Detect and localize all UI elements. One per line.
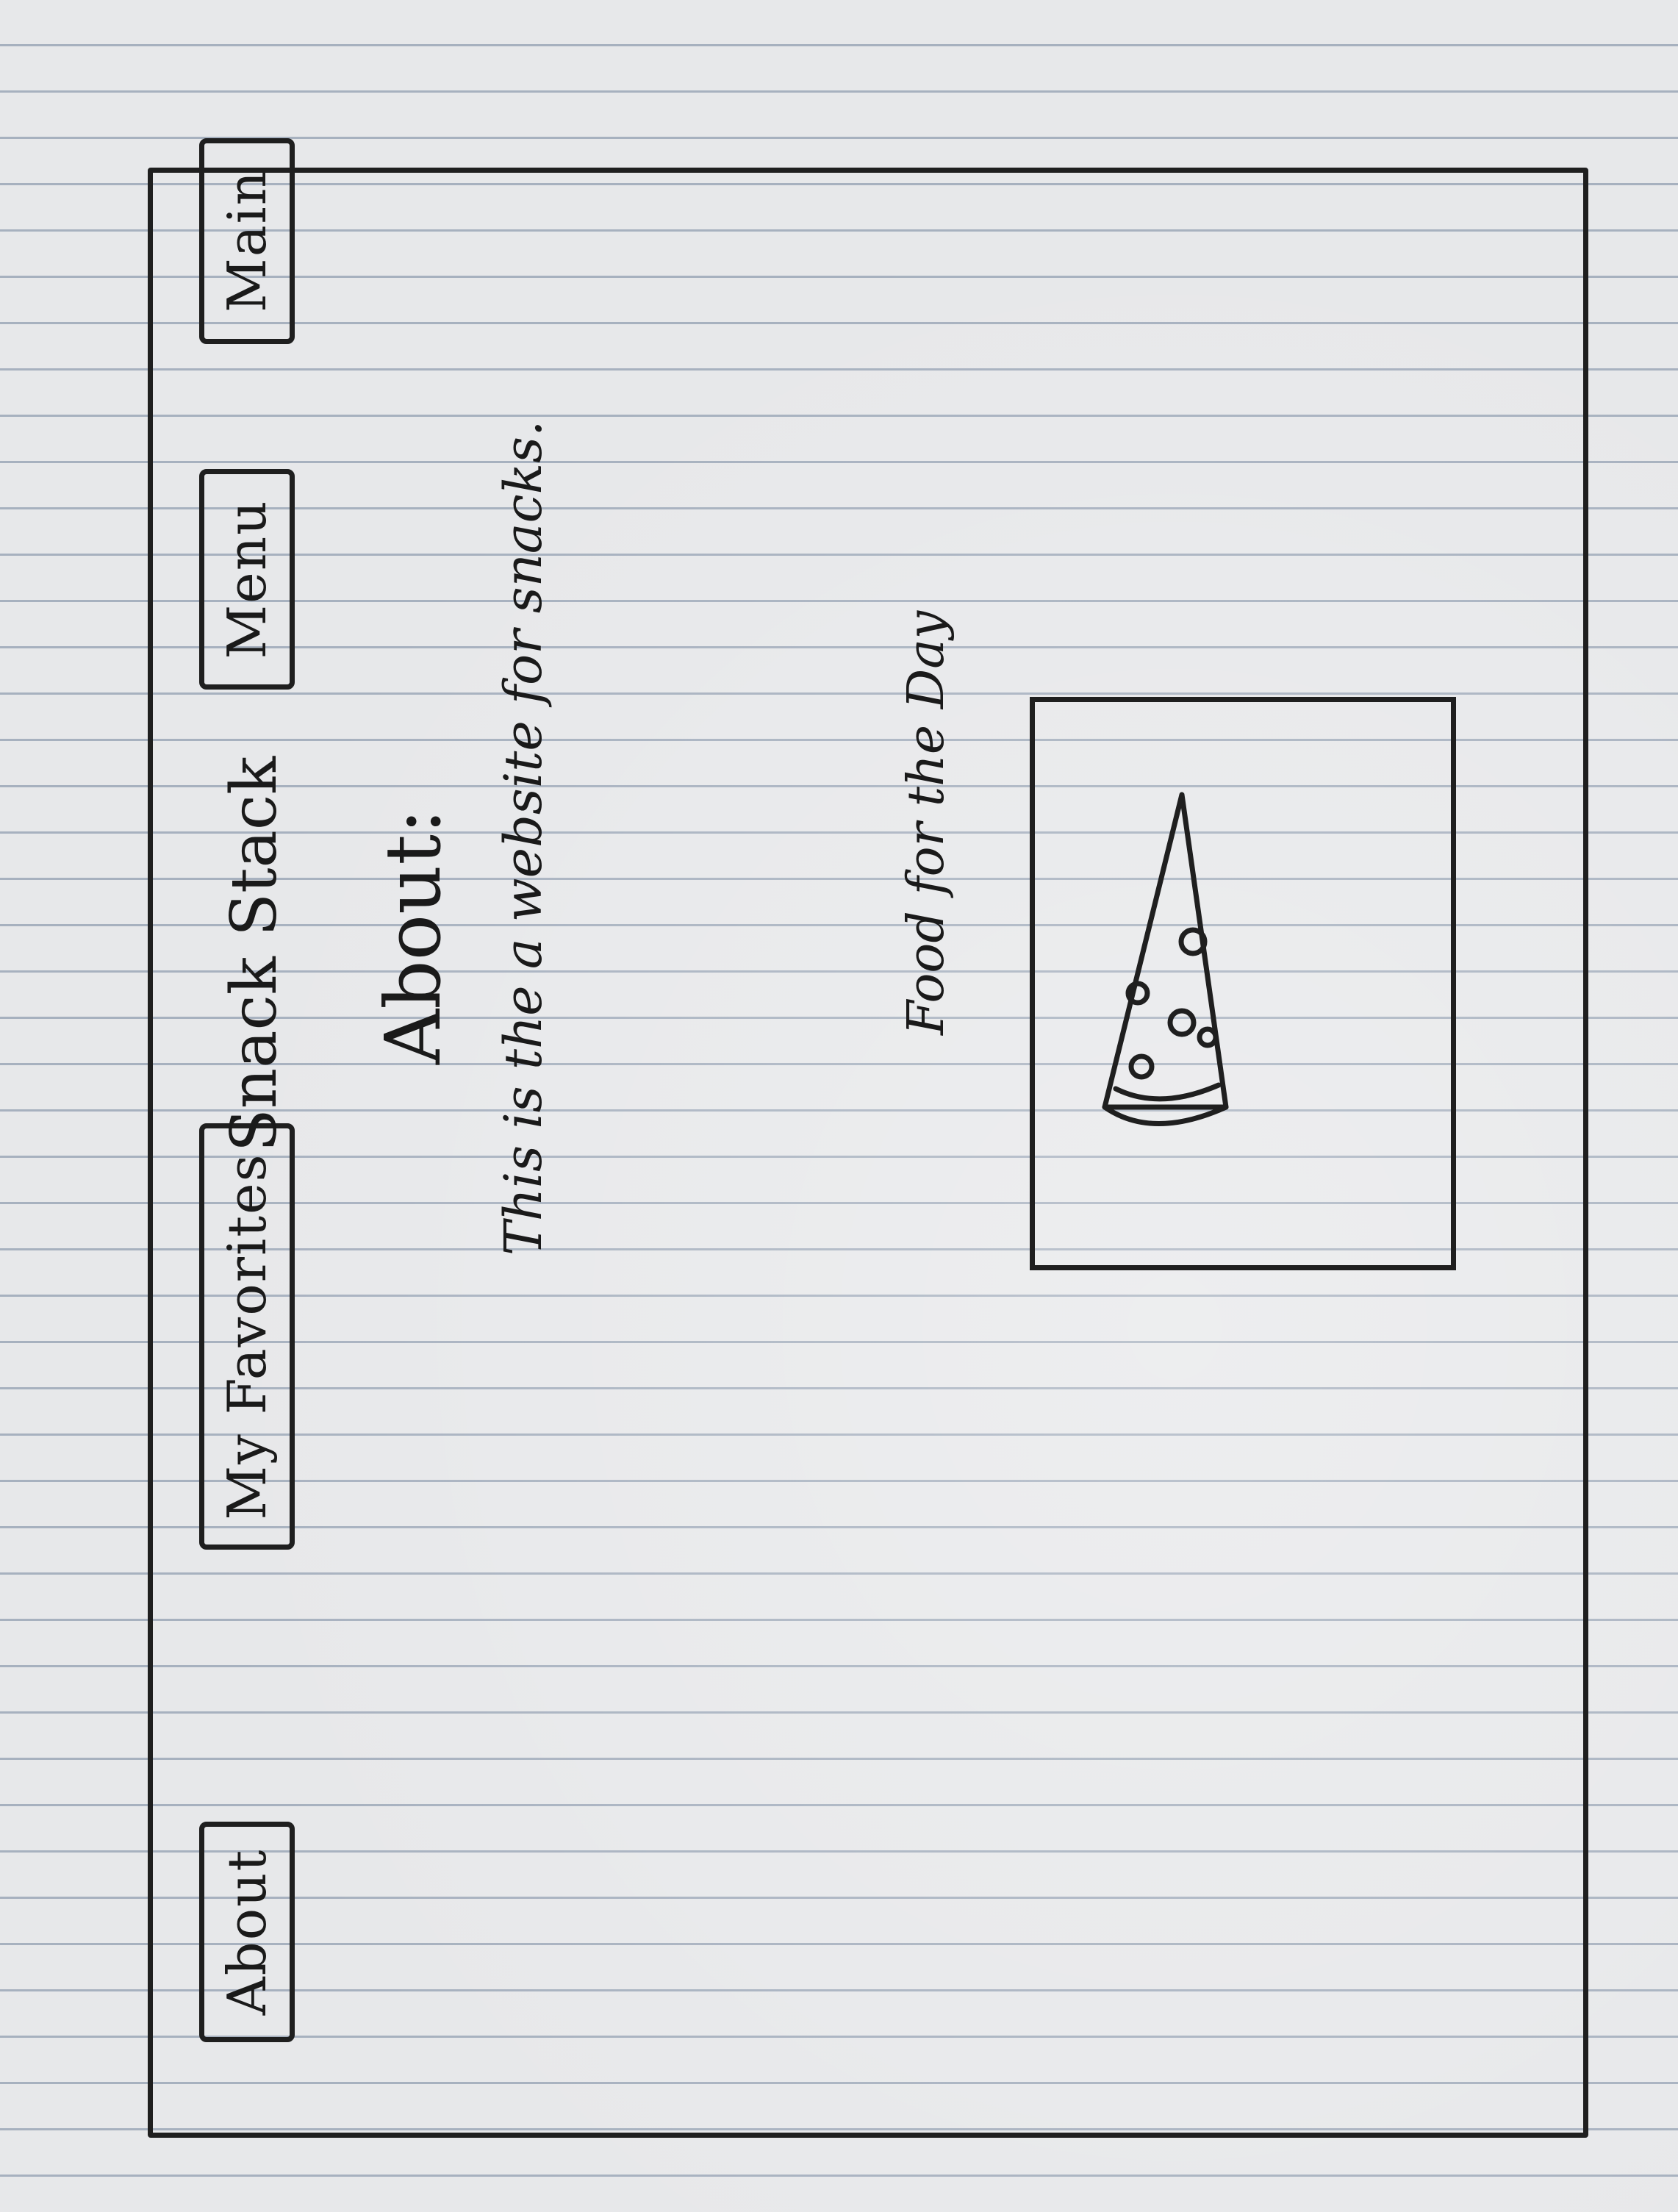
nav-favorites-button[interactable]: My Favorites (199, 1123, 295, 1550)
about-description: This is the a website for snacks. (493, 420, 553, 1256)
page-wireframe: About My Favorites Menu Main Snack Stack… (148, 138, 1588, 2138)
food-of-the-day-image (1030, 697, 1456, 1270)
pizza-slice-icon (1102, 792, 1229, 1126)
nav-main-button[interactable]: Main (199, 138, 295, 344)
food-of-the-day-title: Food for the Day (897, 610, 955, 1035)
about-heading: About: (368, 808, 458, 1064)
nav-menu-button[interactable]: Menu (199, 469, 295, 690)
site-title: Snack Stack (218, 756, 291, 1153)
nav-about-button[interactable]: About (199, 1822, 295, 2042)
